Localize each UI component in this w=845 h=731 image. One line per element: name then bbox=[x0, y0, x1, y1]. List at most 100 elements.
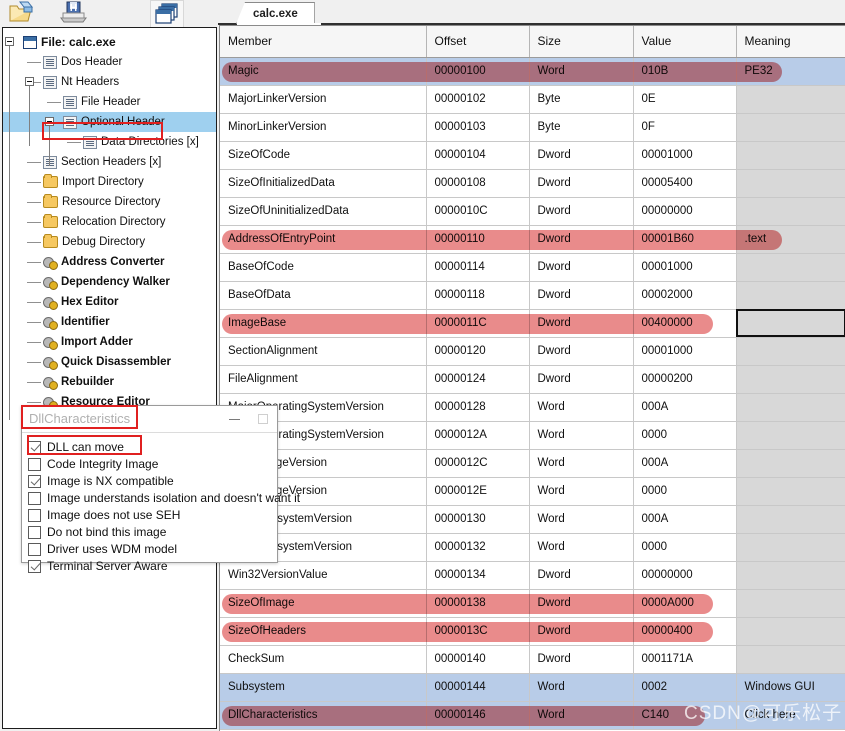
cell-offset[interactable]: 00000104 bbox=[426, 141, 530, 170]
cell-meaning[interactable] bbox=[736, 141, 845, 170]
tree-item-rebuilder[interactable]: Rebuilder bbox=[3, 372, 216, 392]
cell-offset[interactable]: 00000130 bbox=[426, 505, 530, 534]
cell-member[interactable]: SizeOfImage bbox=[220, 589, 427, 618]
table-row[interactable]: Subsystem 00000144 Word 0002 Windows GUI bbox=[220, 673, 845, 702]
cell-offset[interactable]: 0000010C bbox=[426, 197, 530, 226]
cell-offset[interactable]: 00000100 bbox=[426, 57, 530, 86]
checkbox-unchecked[interactable] bbox=[28, 525, 41, 539]
cell-meaning[interactable]: .text bbox=[736, 225, 845, 254]
cell-offset[interactable]: 00000132 bbox=[426, 533, 530, 562]
table-row[interactable]: SizeOfHeaders 0000013C Dword 00000400 bbox=[220, 617, 845, 646]
cell-member[interactable]: SectionAlignment bbox=[220, 337, 427, 366]
cell-value[interactable]: 00000000 bbox=[633, 197, 737, 226]
cell-value[interactable]: 0000 bbox=[633, 421, 737, 450]
cell-offset[interactable]: 00000110 bbox=[426, 225, 530, 254]
cell-value[interactable]: 0001171A bbox=[633, 645, 737, 674]
cell-offset[interactable]: 00000144 bbox=[426, 673, 530, 702]
cell-member[interactable]: DllCharacteristics bbox=[220, 701, 427, 730]
cell-member[interactable]: FileAlignment bbox=[220, 365, 427, 394]
checkbox-checked[interactable] bbox=[28, 559, 41, 573]
cell-value[interactable]: 0F bbox=[633, 113, 737, 142]
checkbox-unchecked[interactable] bbox=[28, 542, 41, 556]
cell-size[interactable]: Dword bbox=[529, 645, 634, 674]
table-row[interactable]: CheckSum 00000140 Dword 0001171A bbox=[220, 645, 845, 674]
table-row[interactable]: MajorOperatingSystemVersion 00000128 Word 0… bbox=[220, 393, 845, 422]
cell-size[interactable]: Word bbox=[529, 477, 634, 506]
checkbox-unchecked[interactable] bbox=[28, 508, 41, 522]
cell-meaning[interactable] bbox=[736, 85, 845, 114]
table-row[interactable]: SectionAlignment 00000120 Dword 00001000 bbox=[220, 337, 845, 366]
cell-value[interactable]: 00000000 bbox=[633, 561, 737, 590]
checkbox-checked[interactable] bbox=[28, 474, 41, 488]
cell-value[interactable]: 00001000 bbox=[633, 141, 737, 170]
table-row[interactable]: SizeOfImage 00000138 Dword 0000A000 bbox=[220, 589, 845, 618]
cell-value[interactable]: 00001000 bbox=[633, 337, 737, 366]
cell-size[interactable]: Word bbox=[529, 421, 634, 450]
cell-offset[interactable]: 00000138 bbox=[426, 589, 530, 618]
cell-member[interactable]: Magic bbox=[220, 57, 427, 86]
tree-item-section-headers-x[interactable]: Section Headers [x] bbox=[3, 152, 216, 172]
cell-meaning[interactable] bbox=[736, 197, 845, 226]
tree-item-hex-editor[interactable]: Hex Editor bbox=[3, 292, 216, 312]
table-row[interactable]: MajorImageVersion0000012CWord000A bbox=[220, 449, 845, 478]
cell-meaning[interactable] bbox=[736, 113, 845, 142]
cell-meaning[interactable] bbox=[736, 449, 845, 478]
table-row[interactable]: BaseOfCode 00000114 Dword 00001000 bbox=[220, 253, 845, 282]
table-row[interactable]: SizeOfInitializedData 00000108 Dword 000054… bbox=[220, 169, 845, 198]
cell-member[interactable]: BaseOfCode bbox=[220, 253, 427, 282]
cell-offset[interactable]: 00000108 bbox=[426, 169, 530, 198]
column-header-member[interactable]: Member bbox=[220, 26, 427, 58]
cell-size[interactable]: Byte bbox=[529, 113, 634, 142]
cell-member[interactable]: SizeOfHeaders bbox=[220, 617, 427, 646]
tree-item-debug-directory[interactable]: Debug Directory bbox=[3, 232, 216, 252]
cell-size[interactable]: Dword bbox=[529, 141, 634, 170]
dll-option-row[interactable]: Terminal Server Aware bbox=[28, 558, 277, 574]
cell-offset[interactable]: 00000140 bbox=[426, 645, 530, 674]
column-header-value[interactable]: Value bbox=[633, 26, 737, 58]
tree-item-file-header[interactable]: File Header bbox=[3, 92, 216, 112]
dll-option-row[interactable]: Code Integrity Image bbox=[28, 456, 277, 472]
table-row[interactable]: BaseOfData 00000118 Dword 00002000 bbox=[220, 281, 845, 310]
cell-size[interactable]: Dword bbox=[529, 337, 634, 366]
table-row[interactable]: AddressOfEntryPoint 00000110 Dword 00001B60… bbox=[220, 225, 845, 254]
cell-offset[interactable]: 0000012C bbox=[426, 449, 530, 478]
dll-option-row[interactable]: Image is NX compatible bbox=[28, 473, 277, 489]
table-row[interactable]: DllCharacteristics 00000146 Word C140 Click … bbox=[220, 701, 845, 730]
cell-offset[interactable]: 00000118 bbox=[426, 281, 530, 310]
cell-value[interactable]: 00002000 bbox=[633, 281, 737, 310]
optional-header-grid[interactable]: Member Offset Size Value Meaning Magic 00… bbox=[219, 25, 845, 731]
cell-value[interactable]: C140 bbox=[633, 701, 737, 730]
tree-item-relocation-directory[interactable]: Relocation Directory bbox=[3, 212, 216, 232]
cell-meaning[interactable] bbox=[736, 617, 845, 646]
cell-value[interactable]: 000A bbox=[633, 449, 737, 478]
cell-meaning[interactable]: Windows GUI bbox=[736, 673, 845, 702]
tree-item-dependency-walker[interactable]: Dependency Walker bbox=[3, 272, 216, 292]
cascade-windows-icon[interactable] bbox=[150, 0, 184, 28]
cell-size[interactable]: Dword bbox=[529, 253, 634, 282]
cell-value[interactable]: 000A bbox=[633, 505, 737, 534]
cell-offset[interactable]: 00000120 bbox=[426, 337, 530, 366]
table-row[interactable]: SizeOfUninitializedData 0000010C Dword 0000… bbox=[220, 197, 845, 226]
cell-value[interactable]: 00001B60 bbox=[633, 225, 737, 254]
cell-meaning[interactable] bbox=[736, 309, 845, 338]
cell-size[interactable]: Dword bbox=[529, 197, 634, 226]
cell-size[interactable]: Dword bbox=[529, 281, 634, 310]
tree-item-file-calc-exe[interactable]: File: calc.exe bbox=[3, 32, 216, 52]
cell-member[interactable]: MajorLinkerVersion bbox=[220, 85, 427, 114]
cell-offset[interactable]: 0000013C bbox=[426, 617, 530, 646]
cell-offset[interactable]: 0000011C bbox=[426, 309, 530, 338]
cell-value[interactable]: 0000 bbox=[633, 533, 737, 562]
tab-calc-exe[interactable]: calc.exe bbox=[236, 2, 315, 24]
cell-offset[interactable]: 00000146 bbox=[426, 701, 530, 730]
cell-offset[interactable]: 00000102 bbox=[426, 85, 530, 114]
cell-member[interactable]: SizeOfUninitializedData bbox=[220, 197, 427, 226]
cell-meaning[interactable] bbox=[736, 169, 845, 198]
cell-size[interactable]: Dword bbox=[529, 309, 634, 338]
cell-size[interactable]: Word bbox=[529, 393, 634, 422]
cell-member[interactable]: MinorLinkerVersion bbox=[220, 113, 427, 142]
cell-offset[interactable]: 0000012E bbox=[426, 477, 530, 506]
dll-option-row[interactable]: Image does not use SEH bbox=[28, 507, 277, 523]
tree-item-import-directory[interactable]: Import Directory bbox=[3, 172, 216, 192]
tree-item-optional-header[interactable]: Optional Header bbox=[3, 112, 216, 132]
file-structure-tree[interactable]: File: calc.exe Dos Header Nt Headers File H… bbox=[2, 27, 217, 729]
